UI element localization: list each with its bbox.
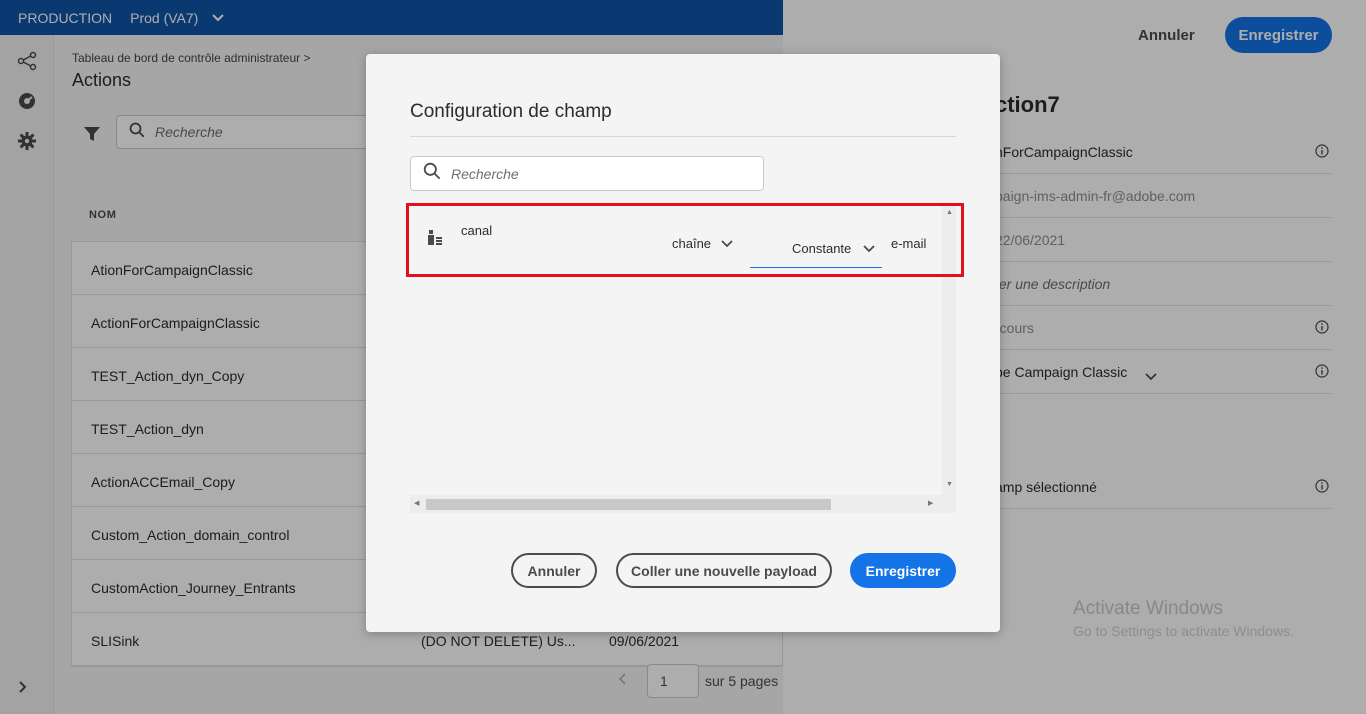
scroll-down-icon[interactable]: ▼ bbox=[946, 481, 953, 488]
search-icon bbox=[423, 162, 441, 185]
field-configuration-dialog: Configuration de champ canal chaîne Cons… bbox=[366, 54, 1000, 632]
dialog-save-button[interactable]: Enregistrer bbox=[850, 553, 956, 588]
dialog-title: Configuration de champ bbox=[410, 101, 612, 122]
scrollbar-thumb[interactable] bbox=[426, 499, 831, 510]
divider bbox=[410, 136, 956, 137]
highlight-box bbox=[406, 203, 964, 277]
paste-payload-button[interactable]: Coller une nouvelle payload bbox=[616, 553, 832, 588]
scroll-left-icon[interactable]: ◀ bbox=[414, 499, 419, 507]
dialog-cancel-button[interactable]: Annuler bbox=[511, 553, 597, 588]
search-input[interactable] bbox=[451, 165, 711, 182]
horizontal-scrollbar[interactable]: ◀ ▶ bbox=[410, 495, 956, 513]
dialog-search[interactable] bbox=[410, 156, 764, 191]
scroll-right-icon[interactable]: ▶ bbox=[928, 499, 933, 507]
